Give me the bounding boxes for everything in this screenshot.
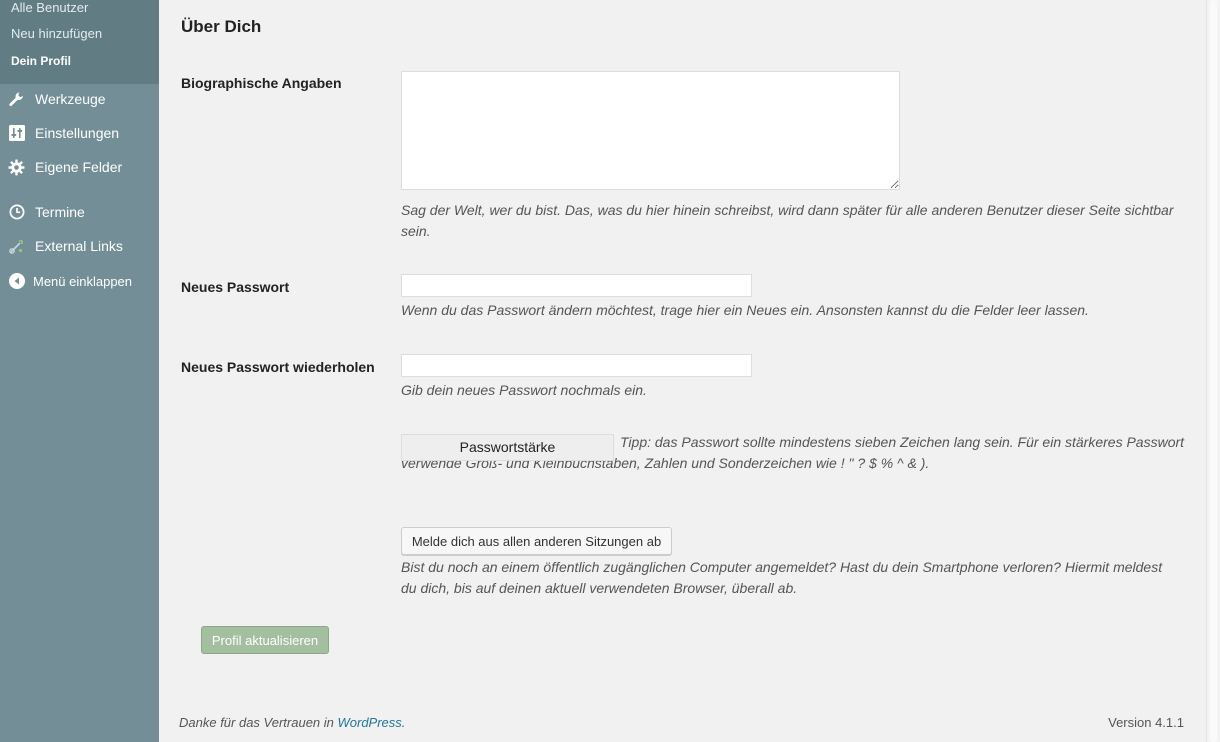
admin-sidebar: Alle Benutzer Neu hinzufügen Dein Profil… xyxy=(0,0,159,742)
submenu-item-add-new[interactable]: Neu hinzufügen xyxy=(11,26,102,41)
links-icon xyxy=(8,238,25,255)
password-strength-indicator: Passwortstärke xyxy=(401,434,614,461)
page-scrollbar[interactable] xyxy=(1206,0,1220,742)
scrollbar-thumb[interactable] xyxy=(1210,0,1217,742)
clock-icon xyxy=(8,204,25,221)
repeat-password-description: Gib dein neues Passwort nochmals ein. xyxy=(401,382,647,398)
sidebar-item-appointments[interactable]: Termine xyxy=(0,197,159,227)
profile-content: Über Dich Biographische Angaben Sag der … xyxy=(159,0,1206,742)
footer-thanks-suffix: . xyxy=(401,715,406,730)
wordpress-link[interactable]: WordPress xyxy=(338,715,402,730)
users-submenu: Alle Benutzer Neu hinzufügen Dein Profil xyxy=(0,0,159,84)
repeat-password-label: Neues Passwort wiederholen xyxy=(181,359,375,375)
update-profile-button[interactable]: Profil aktualisieren xyxy=(201,626,329,654)
sidebar-item-label: Termine xyxy=(35,204,85,220)
bio-description: Sag der Welt, wer du bist. Das, was du h… xyxy=(401,202,1174,239)
sidebar-item-settings[interactable]: Einstellungen xyxy=(0,118,159,148)
new-password-label: Neues Passwort xyxy=(181,279,290,295)
sidebar-item-tools[interactable]: Werkzeuge xyxy=(0,84,159,114)
sessions-description: Bist du noch an einem öffentlich zugängl… xyxy=(401,559,1163,596)
sidebar-item-label: Werkzeuge xyxy=(35,91,106,107)
settings-sliders-icon xyxy=(8,125,25,142)
bio-textarea[interactable] xyxy=(401,71,900,190)
new-password-input[interactable] xyxy=(401,274,752,297)
collapse-menu-button[interactable]: Menü einklappen xyxy=(0,266,159,296)
footer-thanks: Danke für das Vertrauen in WordPress. xyxy=(179,715,405,730)
footer-version: Version 4.1.1 xyxy=(1108,715,1184,730)
new-password-description: Wenn du das Passwort ändern möchtest, tr… xyxy=(401,302,1089,318)
sidebar-item-label: Eigene Felder xyxy=(35,159,123,175)
repeat-password-input[interactable] xyxy=(401,354,752,377)
wrench-icon xyxy=(8,91,25,108)
footer-thanks-prefix: Danke für das Vertrauen in xyxy=(179,715,338,730)
sidebar-item-label: Einstellungen xyxy=(35,125,120,141)
collapse-arrow-icon xyxy=(8,273,25,290)
bio-label: Biographische Angaben xyxy=(181,75,342,91)
sidebar-item-label: External Links xyxy=(35,238,123,254)
section-title: Über Dich xyxy=(181,17,262,36)
logout-other-sessions-button[interactable]: Melde dich aus allen anderen Sitzungen a… xyxy=(401,527,672,555)
sidebar-item-custom-fields[interactable]: Eigene Felder xyxy=(0,152,159,182)
collapse-menu-label: Menü einklappen xyxy=(33,273,133,289)
submenu-item-your-profile[interactable]: Dein Profil xyxy=(11,54,71,68)
gear-icon xyxy=(8,159,25,176)
sidebar-item-external-links[interactable]: External Links xyxy=(0,231,159,261)
submenu-item-all-users[interactable]: Alle Benutzer xyxy=(11,0,88,15)
